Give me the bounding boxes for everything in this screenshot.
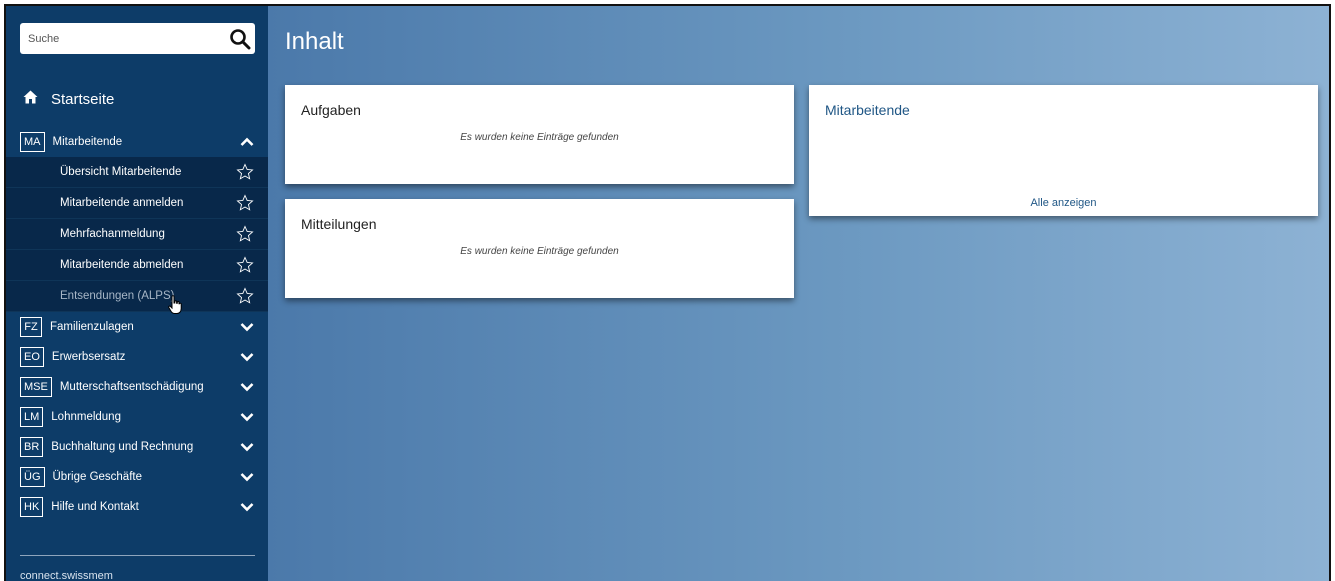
menu-section-buchhaltung-und-rechnung[interactable]: BR Buchhaltung und Rechnung [6,432,268,462]
menu-section-uebrige-geschaefte[interactable]: ÜG Übrige Geschäfte [6,462,268,492]
menu-item-label: Entsendungen (ALPS) [60,290,175,302]
section-abbr: HK [20,497,44,517]
card-aufgaben: Aufgaben Es wurden keine Einträge gefund… [285,85,794,184]
star-icon[interactable] [236,256,254,274]
empty-message: Es wurden keine Einträge gefunden [460,246,619,257]
hand-pointer-icon [168,295,182,320]
menu-item-mitarbeitende-anmelden[interactable]: Mitarbeitende anmelden [6,188,268,219]
chevron-down-icon [240,500,254,514]
star-icon[interactable] [236,225,254,243]
nav-home-label: Startseite [51,90,115,108]
star-icon[interactable] [236,287,254,305]
card-title: Mitteilungen [301,216,377,232]
section-label: Lohnmeldung [51,411,121,423]
card-title: Mitarbeitende [825,102,910,118]
footer-brand: connect.swissmem [20,570,113,581]
footer-divider [20,555,255,556]
section-label: Mutterschaftsentschädigung [59,381,204,393]
card-mitteilungen: Mitteilungen Es wurden keine Einträge ge… [285,199,794,298]
main-content: Inhalt Aufgaben Es wurden keine Einträge… [268,6,1329,581]
menu-section-mutterschaftsentschaedigung[interactable]: MSE Mutterschaftsentschädigung [6,372,268,402]
home-icon [23,90,38,108]
search-input[interactable] [20,23,225,54]
menu-item-mitarbeitende-abmelden[interactable]: Mitarbeitende abmelden [6,250,268,281]
menu-section-mitarbeitende[interactable]: MA Mitarbeitende [6,127,268,157]
menu-item-label: Mitarbeitende abmelden [60,259,184,271]
menu-item-mehrfachanmeldung[interactable]: Mehrfachanmeldung [6,219,268,250]
section-abbr: LM [20,407,44,427]
show-all-link[interactable]: Alle anzeigen [809,197,1318,209]
star-icon[interactable] [236,163,254,181]
card-title: Aufgaben [301,102,361,118]
nav-home[interactable]: Startseite [23,86,114,112]
star-icon[interactable] [236,194,254,212]
search-box [20,23,255,54]
section-abbr: EO [20,347,44,367]
section-label: Übrige Geschäfte [52,471,143,483]
chevron-up-icon [240,135,254,149]
chevron-down-icon [240,320,254,334]
menu-item-entsendungen-alps[interactable]: Entsendungen (ALPS) [6,281,268,312]
section-abbr: FZ [20,317,42,337]
menu-section-erwerbsersatz[interactable]: EO Erwerbsersatz [6,342,268,372]
chevron-down-icon [240,440,254,454]
menu-item-label: Mehrfachanmeldung [60,228,165,240]
search-icon[interactable] [225,23,255,54]
section-abbr: MSE [20,377,52,397]
menu-section-lohnmeldung[interactable]: LM Lohnmeldung [6,402,268,432]
section-label: Buchhaltung und Rechnung [51,441,194,453]
section-label: Familienzulagen [50,321,134,333]
section-abbr: MA [20,132,45,152]
menu-item-uebersicht-mitarbeitende[interactable]: Übersicht Mitarbeitende [6,157,268,188]
empty-message: Es wurden keine Einträge gefunden [460,132,619,143]
sidebar: Startseite MA Mitarbeitende Übersicht Mi… [6,6,268,581]
main-menu: MA Mitarbeitende Übersicht Mitarbeitende… [6,127,268,522]
section-abbr: ÜG [20,467,45,487]
chevron-down-icon [240,350,254,364]
chevron-down-icon [240,380,254,394]
menu-item-label: Übersicht Mitarbeitende [60,166,182,178]
menu-section-hilfe-und-kontakt[interactable]: HK Hilfe und Kontakt [6,492,268,522]
app-frame: Startseite MA Mitarbeitende Übersicht Mi… [4,4,1331,581]
chevron-down-icon [240,470,254,484]
card-mitarbeitende: Mitarbeitende Alle anzeigen [809,85,1318,216]
menu-item-label: Mitarbeitende anmelden [60,197,184,209]
section-abbr: BR [20,437,44,457]
section-label: Erwerbsersatz [51,351,126,363]
section-label: Mitarbeitende [52,136,123,148]
menu-section-familienzulagen[interactable]: FZ Familienzulagen [6,312,268,342]
chevron-down-icon [240,410,254,424]
section-label: Hilfe und Kontakt [51,501,139,513]
page-title: Inhalt [285,28,344,55]
